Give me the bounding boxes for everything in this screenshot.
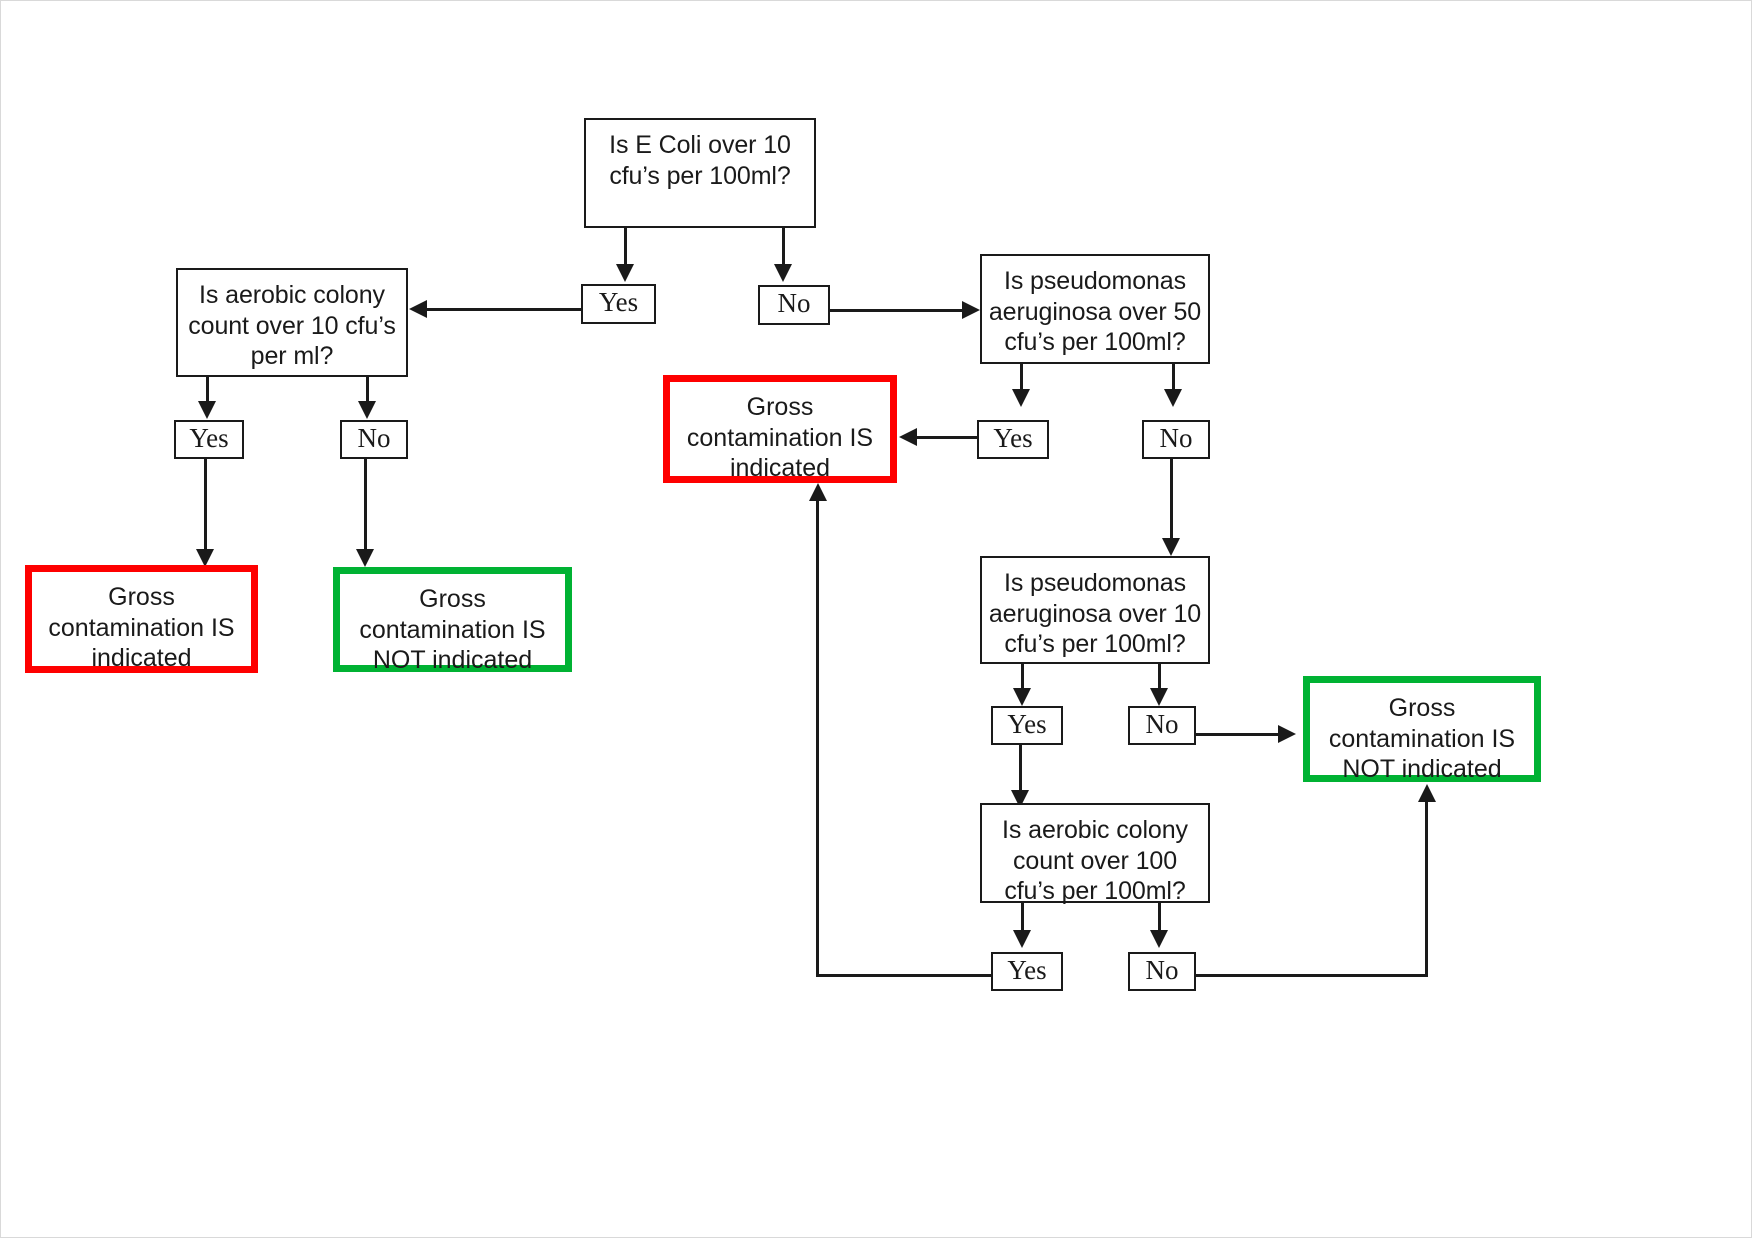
decision-aerobic-100: Is aerobic colony count over 100 cfu’s p… [980,803,1210,905]
arrowhead-ecoli-to-no-icon [774,264,792,282]
label-pseudo50-yes: Yes [977,420,1049,459]
arrowhead-pseudo50-no-to-pseudo10-icon [1162,538,1180,556]
decision-ecoli-label: Is E Coli over 10 cfu’s per 100ml? [609,131,791,190]
connector-aerobic100-yes-horizontal [816,974,993,977]
connector-aerobic10-to-no [366,377,369,404]
outcome-not-gross-contamination-right-label: Gross contamination IS NOT indicated [1328,694,1516,783]
label-pseudo10-yes-text: Yes [1007,708,1047,739]
label-pseudo10-no-text: No [1145,708,1179,739]
connector-ecoli-to-yes [624,228,627,266]
arrowhead-aerobic10-to-no-icon [358,401,376,419]
decision-aerobic-10: Is aerobic colony count over 10 cfu’s pe… [176,268,408,377]
arrowhead-aerobic100-to-yes-icon [1013,930,1031,948]
label-pseudo10-yes: Yes [991,706,1063,745]
arrowhead-ecoli-yes-to-aerobic10-icon [409,300,427,318]
label-aerobic100-yes: Yes [991,952,1063,991]
label-ecoli-yes: Yes [581,284,656,324]
arrowhead-pseudo10-to-no-icon [1150,688,1168,706]
connector-ecoli-to-no [782,228,785,266]
label-pseudo10-no: No [1128,706,1196,745]
connector-pseudo10-to-no [1158,664,1161,691]
label-aerobic10-no: No [340,420,408,459]
connector-aerobic100-yes-vertical [816,501,819,976]
label-pseudo50-yes-text: Yes [993,422,1033,453]
connector-pseudo50-no-to-pseudo10 [1170,459,1173,541]
arrowhead-pseudo50-to-no-icon [1164,389,1182,407]
label-aerobic100-no-text: No [1145,954,1179,985]
outcome-not-gross-contamination-right: Gross contamination IS NOT indicated [1303,676,1541,783]
connector-ecoli-no-to-pseudo50 [828,309,970,312]
connector-aerobic100-to-no [1158,903,1161,933]
decision-pseudomonas-50: Is pseudomonas aeruginosa over 50 cfu’s … [980,254,1210,364]
connector-pseudo50-yes-to-red [917,436,979,439]
outcome-gross-contamination-mid: Gross contamination IS indicated [663,375,897,483]
arrowhead-ecoli-no-to-pseudo50-icon [962,301,980,319]
arrowhead-aerobic100-no-to-green-icon [1418,784,1436,802]
decision-ecoli: Is E Coli over 10 cfu’s per 100ml? [584,118,816,228]
arrowhead-aerobic100-to-no-icon [1150,930,1168,948]
label-ecoli-no: No [758,285,830,325]
outcome-not-gross-contamination-left: Gross contamination IS NOT indicated [333,567,572,674]
decision-pseudomonas-10-label: Is pseudomonas aeruginosa over 10 cfu’s … [988,569,1202,658]
decision-pseudomonas-10: Is pseudomonas aeruginosa over 10 cfu’s … [980,556,1210,664]
label-pseudo50-no-text: No [1159,422,1193,453]
page-border [0,0,1752,1238]
label-ecoli-no-text: No [777,288,811,318]
outcome-gross-contamination-left: Gross contamination IS indicated [25,565,258,673]
label-ecoli-yes-text: Yes [598,287,639,317]
connector-pseudo50-to-no [1172,364,1175,392]
flowchart-canvas: Is E Coli over 10 cfu’s per 100ml? Yes N… [0,0,1754,1240]
label-aerobic10-yes: Yes [174,420,244,459]
connector-pseudo10-to-yes [1021,664,1024,691]
arrowhead-aerobic100-yes-to-red-icon [809,483,827,501]
decision-aerobic-100-label: Is aerobic colony count over 100 cfu’s p… [1002,816,1188,905]
label-pseudo50-no: No [1142,420,1210,459]
arrowhead-ecoli-to-yes-icon [616,264,634,282]
outcome-gross-contamination-mid-label: Gross contamination IS indicated [686,393,874,482]
arrowhead-pseudo50-yes-to-red-icon [899,428,917,446]
outcome-not-gross-contamination-left-label: Gross contamination IS NOT indicated [359,585,546,674]
connector-pseudo10-yes-to-aerobic100 [1019,745,1022,794]
connector-aerobic100-to-yes [1021,903,1024,933]
arrowhead-pseudo50-to-yes-icon [1012,389,1030,407]
arrowhead-aerobic10-no-to-green-icon [356,549,374,567]
outcome-gross-contamination-left-label: Gross contamination IS indicated [48,583,235,672]
connector-aerobic10-no-to-green [364,459,367,552]
arrowhead-pseudo10-to-yes-icon [1013,688,1031,706]
connector-aerobic10-to-yes [206,377,209,404]
label-aerobic100-yes-text: Yes [1007,954,1047,985]
decision-pseudomonas-50-label: Is pseudomonas aeruginosa over 50 cfu’s … [988,267,1202,356]
connector-aerobic10-yes-to-red [204,459,207,552]
connector-ecoli-yes-to-aerobic10 [427,308,583,311]
connector-pseudo10-no-to-green [1196,733,1286,736]
connector-pseudo50-to-yes [1020,364,1023,392]
label-aerobic10-no-text: No [357,422,391,453]
arrowhead-pseudo10-no-to-green-icon [1278,725,1296,743]
decision-aerobic-10-label: Is aerobic colony count over 10 cfu’s pe… [188,281,396,370]
connector-aerobic100-no-vertical [1425,801,1428,976]
connector-aerobic100-no-horizontal [1194,974,1428,977]
arrowhead-aerobic10-to-yes-icon [198,401,216,419]
label-aerobic10-yes-text: Yes [189,422,229,453]
label-aerobic100-no: No [1128,952,1196,991]
